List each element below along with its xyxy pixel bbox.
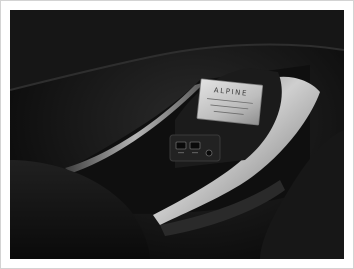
console-scene: ALPINE <box>10 10 344 259</box>
serial-plate-body <box>196 78 264 126</box>
usb-port-2 <box>189 141 201 150</box>
usb-icon-1 <box>178 152 184 154</box>
aux-jack <box>205 149 213 157</box>
image-frame: ALPINE <box>0 0 354 269</box>
usb-port-panel <box>169 134 221 162</box>
serial-plate: ALPINE <box>196 78 264 126</box>
usb-port-1 <box>175 141 187 150</box>
car-console-photo: ALPINE <box>10 10 344 259</box>
usb-icon-2 <box>192 152 198 154</box>
